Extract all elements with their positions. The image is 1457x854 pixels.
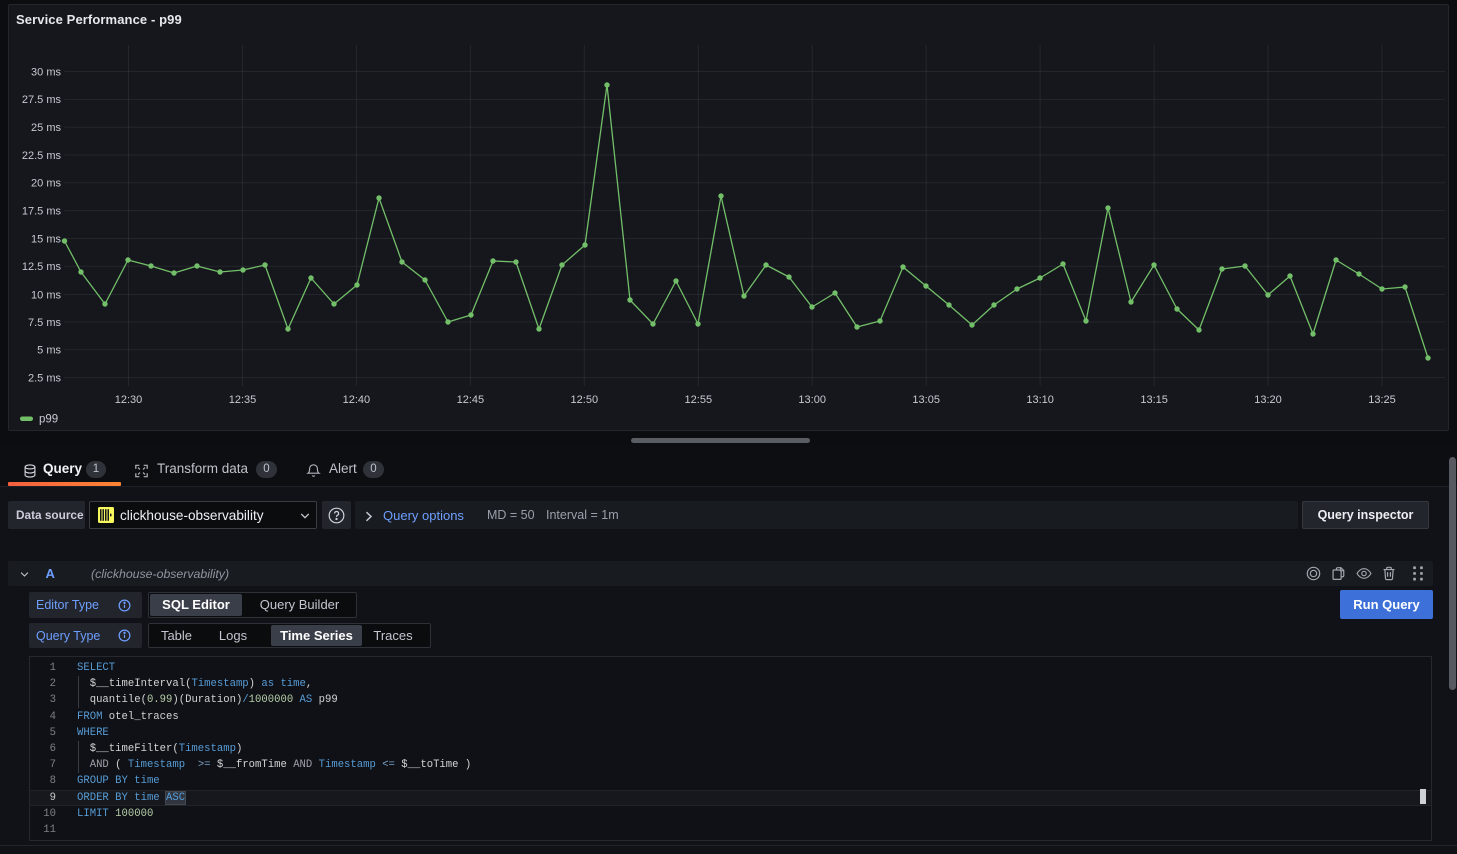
- svg-text:12:55: 12:55: [685, 394, 713, 406]
- svg-text:7.5 ms: 7.5 ms: [28, 317, 62, 329]
- svg-text:2.5 ms: 2.5 ms: [28, 372, 62, 384]
- svg-text:5 ms: 5 ms: [37, 345, 61, 357]
- svg-text:10 ms: 10 ms: [31, 289, 61, 301]
- svg-text:13:20: 13:20: [1254, 394, 1282, 406]
- svg-text:12:40: 12:40: [343, 394, 371, 406]
- svg-text:12.5 ms: 12.5 ms: [22, 261, 62, 273]
- svg-text:13:05: 13:05: [912, 394, 940, 406]
- svg-text:12:45: 12:45: [457, 394, 485, 406]
- svg-text:13:25: 13:25: [1368, 394, 1396, 406]
- svg-text:17.5 ms: 17.5 ms: [22, 205, 62, 217]
- svg-text:25 ms: 25 ms: [31, 122, 61, 134]
- svg-text:13:15: 13:15: [1140, 394, 1168, 406]
- svg-text:15 ms: 15 ms: [31, 233, 61, 245]
- svg-text:27.5 ms: 27.5 ms: [22, 94, 62, 106]
- svg-text:12:50: 12:50: [571, 394, 599, 406]
- svg-text:30 ms: 30 ms: [31, 66, 61, 78]
- svg-text:13:10: 13:10: [1026, 394, 1054, 406]
- svg-text:22.5 ms: 22.5 ms: [22, 150, 62, 162]
- svg-text:12:35: 12:35: [229, 394, 257, 406]
- svg-text:12:30: 12:30: [115, 394, 143, 406]
- svg-text:p99: p99: [39, 414, 58, 426]
- svg-text:20 ms: 20 ms: [31, 178, 61, 190]
- svg-text:13:00: 13:00: [798, 394, 826, 406]
